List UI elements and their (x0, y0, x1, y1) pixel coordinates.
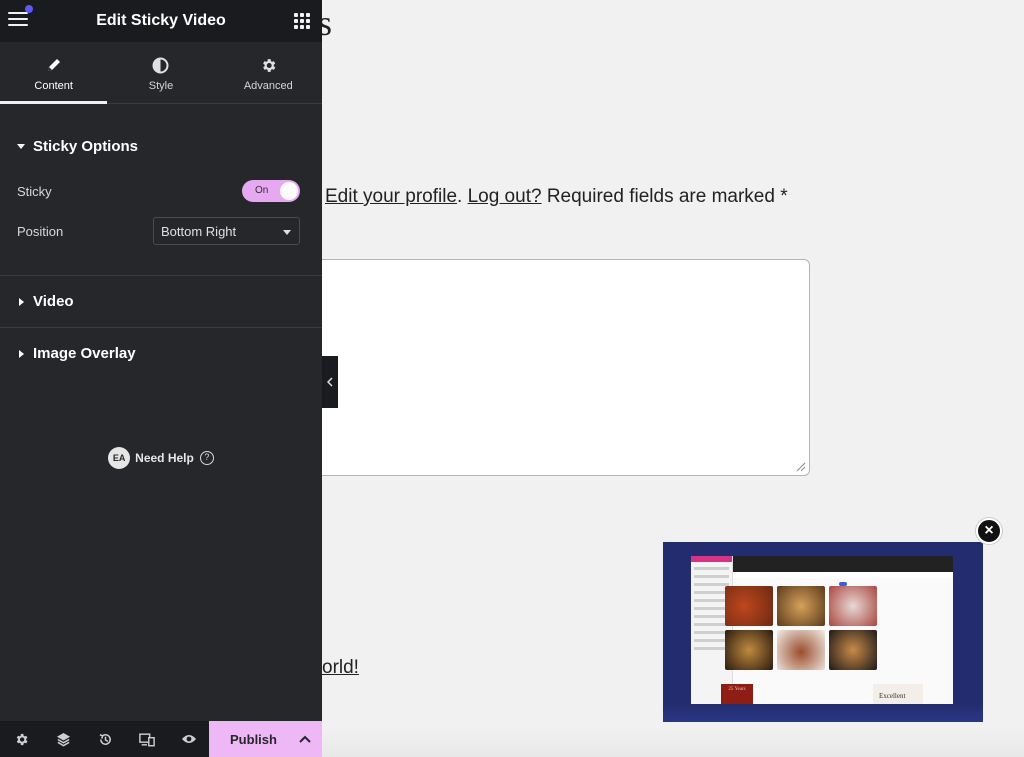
publish-group: Publish (209, 721, 322, 757)
video-section-title: Video (33, 293, 74, 310)
position-control: Position Bottom Right (0, 211, 322, 251)
toggle-knob (280, 182, 298, 200)
panel-tabs: Content Style Advanced (0, 42, 322, 104)
layers-icon (56, 732, 70, 746)
sticky-options-title: Sticky Options (33, 137, 139, 155)
collapse-panel-handle[interactable] (322, 356, 338, 408)
sticky-options-section: Sticky Options Sticky On Position Bottom… (0, 124, 322, 276)
need-help-link[interactable]: EA Need Help ? (0, 447, 322, 469)
panel-header: Edit Sticky Video (0, 0, 322, 42)
responsive-mode-button[interactable] (126, 721, 168, 757)
history-button[interactable] (84, 721, 126, 757)
tab-advanced[interactable]: Advanced (215, 42, 322, 103)
close-sticky-video-button[interactable]: × (976, 518, 1002, 544)
settings-icon (16, 733, 28, 745)
tab-content[interactable]: Content (0, 42, 108, 104)
video-frame: 25 Years Excellent (691, 556, 953, 706)
half-circle-icon (152, 57, 169, 73)
image-overlay-header[interactable]: Image Overlay (0, 328, 322, 379)
preview-eye-icon (182, 735, 196, 743)
log-out-link[interactable]: Log out? (468, 186, 542, 207)
logged-in-notice: Edit your profile. Log out? Required fie… (325, 186, 788, 208)
caret-right-icon (19, 349, 24, 358)
editor-panel: Edit Sticky Video Content Style Advanced… (0, 0, 322, 757)
required-fields-text: Required fields are marked (546, 186, 775, 207)
sticky-control: Sticky On (0, 171, 322, 211)
required-asterisk: * (780, 186, 788, 207)
sticky-label: Sticky (17, 183, 52, 199)
question-icon: ? (199, 451, 214, 465)
pencil-icon (47, 59, 60, 71)
sticky-toggle[interactable]: On (242, 180, 300, 202)
image-overlay-section: Image Overlay (0, 328, 322, 379)
video-section-header[interactable]: Video (0, 276, 322, 327)
chevron-left-icon (327, 377, 333, 387)
image-overlay-title: Image Overlay (33, 345, 136, 362)
preview-button[interactable] (168, 721, 210, 757)
tab-advanced-label: Advanced (243, 80, 293, 92)
caret-down-icon (17, 143, 25, 149)
publish-options-button[interactable] (288, 721, 322, 757)
resize-grip-icon[interactable] (795, 461, 806, 472)
hello-world-link[interactable]: orld! (322, 657, 359, 679)
panel-title: Edit Sticky Video (96, 12, 226, 29)
position-label: Position (17, 223, 64, 239)
sticky-options-header[interactable]: Sticky Options (0, 124, 322, 168)
video-thumb-card: Excellent (873, 684, 923, 706)
caret-right-icon (19, 297, 24, 306)
comment-textarea[interactable] (300, 259, 810, 476)
need-help-text: Need Help (135, 451, 194, 465)
publish-button[interactable]: Publish (209, 732, 288, 747)
panel-footer: Publish (0, 721, 322, 757)
sticky-video-player[interactable]: 25 Years Excellent (663, 542, 983, 722)
edit-profile-link[interactable]: Edit your profile (325, 186, 457, 207)
tab-content-label: Content (34, 80, 73, 92)
responsive-icon (139, 732, 155, 746)
settings-button[interactable] (0, 721, 42, 757)
tab-style[interactable]: Style (107, 42, 214, 103)
history-icon (99, 733, 111, 745)
ea-logo-icon: EA (108, 447, 131, 469)
widgets-grid-icon[interactable] (294, 13, 310, 29)
gear-icon (262, 58, 276, 72)
separator-text: . (457, 186, 463, 207)
video-thumb-badge: 25 Years (721, 684, 753, 706)
video-section: Video (0, 276, 322, 328)
tab-style-label: Style (148, 80, 174, 92)
sticky-toggle-text: On (255, 185, 269, 196)
position-select-value: Bottom Right (161, 224, 237, 239)
navigator-button[interactable] (42, 721, 84, 757)
video-thumb-food-grid (725, 586, 877, 670)
chevron-up-icon (299, 735, 311, 743)
chevron-down-icon (283, 230, 291, 235)
position-select[interactable]: Bottom Right (153, 217, 300, 245)
